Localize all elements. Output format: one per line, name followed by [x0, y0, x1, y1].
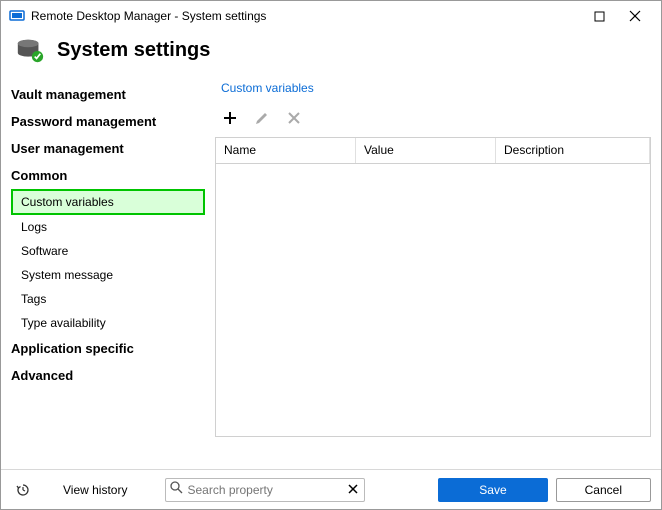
- clear-search-icon[interactable]: [346, 481, 360, 499]
- history-icon[interactable]: [11, 478, 35, 502]
- breadcrumb[interactable]: Custom variables: [215, 81, 651, 109]
- save-button[interactable]: Save: [438, 478, 547, 502]
- variables-grid[interactable]: Name Value Description: [215, 137, 651, 437]
- add-button[interactable]: [221, 109, 239, 127]
- titlebar: Remote Desktop Manager - System settings: [1, 1, 661, 31]
- search-icon: [170, 481, 183, 499]
- view-history-link[interactable]: View history: [43, 483, 157, 497]
- grid-header: Name Value Description: [216, 138, 650, 164]
- delete-button: [285, 109, 303, 127]
- page-header: System settings: [1, 31, 661, 81]
- footer: View history Save Cancel: [1, 469, 661, 509]
- cancel-button[interactable]: Cancel: [556, 478, 651, 502]
- sidebar-item-custom-variables[interactable]: Custom variables: [11, 189, 205, 215]
- sidebar-section-user[interactable]: User management: [11, 135, 205, 162]
- sidebar-item-tags[interactable]: Tags: [11, 287, 205, 311]
- sidebar: Vault management Password management Use…: [1, 81, 211, 451]
- page-title: System settings: [57, 39, 210, 62]
- window-title: Remote Desktop Manager - System settings: [31, 9, 266, 23]
- edit-button: [253, 109, 271, 127]
- app-icon: [9, 8, 25, 24]
- sidebar-section-password[interactable]: Password management: [11, 108, 205, 135]
- sidebar-item-software[interactable]: Software: [11, 239, 205, 263]
- close-button[interactable]: [617, 2, 653, 30]
- search-property-field[interactable]: [165, 478, 365, 502]
- sidebar-section-app-specific[interactable]: Application specific: [11, 335, 205, 362]
- sidebar-section-common[interactable]: Common: [11, 162, 205, 189]
- sidebar-item-logs[interactable]: Logs: [11, 215, 205, 239]
- sidebar-section-vault[interactable]: Vault management: [11, 81, 205, 108]
- toolbar: [215, 109, 651, 137]
- settings-db-icon: [15, 35, 45, 65]
- main-panel: Custom variables Name Value Description: [211, 81, 661, 451]
- sidebar-section-advanced[interactable]: Advanced: [11, 362, 205, 389]
- col-value[interactable]: Value: [356, 138, 496, 163]
- sidebar-item-system-message[interactable]: System message: [11, 263, 205, 287]
- sidebar-item-type-availability[interactable]: Type availability: [11, 311, 205, 335]
- maximize-button[interactable]: [581, 2, 617, 30]
- search-input[interactable]: [183, 483, 346, 497]
- col-name[interactable]: Name: [216, 138, 356, 163]
- col-description[interactable]: Description: [496, 138, 650, 163]
